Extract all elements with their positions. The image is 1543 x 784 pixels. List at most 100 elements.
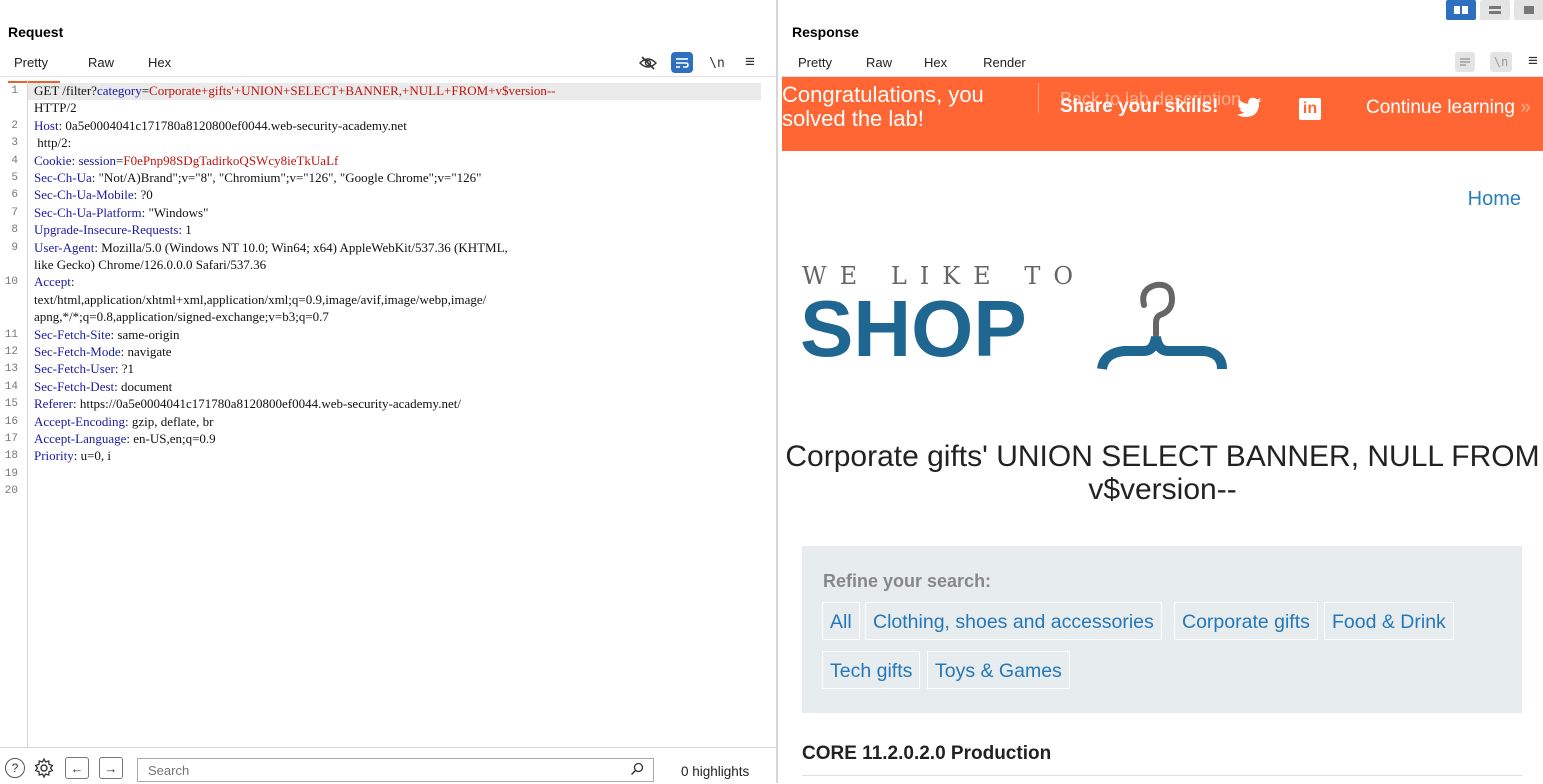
rendered-page: Congratulations, you solved the lab! Bac… bbox=[782, 77, 1543, 783]
newline-icon[interactable]: \n bbox=[706, 53, 728, 73]
request-bottom-bar: ? ← → 0 highlights bbox=[0, 747, 776, 784]
code-line: Accept: bbox=[34, 274, 75, 290]
tab-render[interactable]: Render bbox=[975, 55, 1040, 83]
question-icon[interactable]: ? bbox=[5, 758, 25, 778]
tab-hex[interactable]: Hex bbox=[918, 55, 953, 77]
table-divider bbox=[802, 775, 1522, 776]
code-line: like Gecko) Chrome/126.0.0.0 Safari/537.… bbox=[34, 257, 267, 272]
line-number: 4 bbox=[11, 154, 18, 167]
code-line: apng,*/*;q=0.8,application/signed-exchan… bbox=[34, 309, 329, 325]
filter-tech-gifts[interactable]: Tech gifts bbox=[822, 651, 921, 689]
arrow-left-icon[interactable]: ← bbox=[65, 757, 89, 779]
lab-solved-text: Congratulations, you solved the lab! bbox=[782, 82, 984, 131]
tab-pretty[interactable]: Pretty bbox=[8, 55, 60, 83]
linkedin-icon[interactable]: in bbox=[1299, 98, 1321, 120]
line-number: 7 bbox=[11, 206, 18, 219]
menu-icon[interactable]: ≡ bbox=[740, 52, 760, 72]
single-pane-icon[interactable] bbox=[1514, 0, 1543, 20]
line-number: 2 bbox=[11, 119, 18, 132]
line-number: 14 bbox=[4, 380, 18, 393]
newline-icon[interactable]: \n bbox=[1490, 52, 1512, 72]
code-line: Sec-Ch-Ua-Mobile: ?0 bbox=[34, 187, 153, 203]
line-number: 15 bbox=[4, 398, 18, 411]
line-number: 20 bbox=[4, 485, 18, 498]
shop-logo: WE LIKE TO SHOP bbox=[800, 262, 1242, 382]
line-number: 6 bbox=[11, 189, 18, 202]
split-horizontal-icon[interactable] bbox=[1446, 0, 1476, 20]
code-line: Sec-Ch-Ua-Platform: "Windows" bbox=[34, 204, 209, 220]
code-line: GET /filter?category=Corporate+gifts'+UN… bbox=[34, 83, 556, 98]
filter-clothing[interactable]: Clothing, shoes and accessories bbox=[865, 602, 1162, 640]
code-line: Accept-Encoding: gzip, deflate, br bbox=[34, 413, 214, 429]
refine-search-label: Refine your search: bbox=[823, 571, 992, 591]
search-input[interactable] bbox=[146, 762, 610, 779]
filter-food-drink[interactable]: Food & Drink bbox=[1324, 602, 1454, 640]
hanger-icon bbox=[1097, 281, 1227, 370]
code-line: http/2: bbox=[34, 135, 72, 151]
response-tabs: Pretty Raw Hex Render bbox=[792, 55, 1052, 83]
wrap-lines-icon[interactable] bbox=[1455, 52, 1475, 72]
line-number: 18 bbox=[4, 450, 18, 463]
layout-toggle bbox=[1446, 0, 1543, 20]
line-number: 8 bbox=[11, 224, 18, 237]
filter-corporate-gifts[interactable]: Corporate gifts bbox=[1174, 602, 1318, 640]
line-number: 5 bbox=[11, 172, 18, 184]
logo-shop: SHOP bbox=[800, 284, 1027, 373]
response-pane: Response Pretty Raw Hex Render \n ≡ Cong… bbox=[778, 0, 1543, 783]
split-vertical-icon[interactable] bbox=[1480, 0, 1510, 20]
lab-solved-banner: Congratulations, you solved the lab! Bac… bbox=[782, 77, 1543, 151]
banner-divider bbox=[1038, 83, 1039, 113]
filter-toys-games[interactable]: Toys & Games bbox=[927, 651, 1070, 689]
code-line: Sec-Fetch-Site: same-origin bbox=[34, 326, 180, 342]
code-line: User-Agent: Mozilla/5.0 (Windows NT 10.0… bbox=[34, 239, 508, 255]
continue-arrows: » bbox=[1520, 97, 1531, 118]
code-line: text/html,application/xhtml+xml,applicat… bbox=[34, 291, 487, 307]
eye-slash-icon[interactable] bbox=[638, 53, 658, 73]
request-editor[interactable]: 1 2 3 4 5 6 7 8 9 10 11 12 13 14 15 16 17 18 19 20 GET /fil… bbox=[0, 80, 776, 747]
code-line: Sec-Fetch-Mode: navigate bbox=[34, 344, 172, 359]
line-gutter: 1 2 3 4 5 6 7 8 9 10 11 12 13 14 15 16 17 18 19 20 bbox=[0, 80, 28, 747]
gear-icon[interactable] bbox=[33, 757, 55, 779]
line-number: 12 bbox=[4, 346, 18, 358]
version-row: CORE 11.2.0.2.0 Production bbox=[802, 743, 1052, 764]
search-box[interactable] bbox=[137, 758, 654, 782]
home-link[interactable]: Home bbox=[1468, 188, 1521, 211]
tab-raw[interactable]: Raw bbox=[82, 55, 120, 77]
code-line: Sec-Fetch-Dest: document bbox=[34, 378, 173, 394]
tab-hex[interactable]: Hex bbox=[142, 55, 177, 77]
request-tabs-divider bbox=[0, 76, 776, 77]
continue-learning-label: Continue learning bbox=[1366, 97, 1515, 118]
code-line: Accept-Language: en-US,en;q=0.9 bbox=[34, 431, 216, 446]
menu-icon[interactable]: ≡ bbox=[1525, 51, 1541, 71]
twitter-icon[interactable] bbox=[1237, 97, 1263, 119]
line-number: 11 bbox=[4, 328, 18, 341]
arrow-right-icon[interactable]: → bbox=[99, 757, 123, 779]
highlights-count: 0 highlights bbox=[681, 764, 750, 779]
tab-raw[interactable]: Raw bbox=[860, 55, 898, 77]
code-line: Host: 0a5e0004041c171780a8120800ef0044.w… bbox=[34, 117, 407, 133]
wrap-lines-icon[interactable] bbox=[671, 52, 693, 73]
line-number: 10 bbox=[4, 276, 18, 289]
line-number: 1 bbox=[11, 85, 18, 97]
line-number: 16 bbox=[4, 415, 18, 428]
filter-all[interactable]: All bbox=[822, 602, 860, 640]
refine-search-panel: Refine your search: All Clothing, shoes … bbox=[802, 546, 1522, 713]
response-title: Response bbox=[792, 24, 859, 40]
code-line: Sec-Ch-Ua: "Not/A)Brand";v="8", "Chromiu… bbox=[34, 170, 482, 185]
line-number: 13 bbox=[4, 363, 18, 376]
line-number: 3 bbox=[11, 137, 18, 150]
code-line: Priority: u=0, i bbox=[34, 448, 112, 464]
magnifier-icon[interactable] bbox=[628, 760, 646, 778]
line-number: 17 bbox=[4, 433, 18, 445]
code-line: Cookie: session=F0ePnp98SDgTadirkoQSWcy8… bbox=[34, 152, 339, 168]
request-tabs: Pretty Raw Hex bbox=[8, 55, 195, 83]
line-number: 19 bbox=[4, 467, 18, 480]
code-line: Upgrade-Insecure-Requests: 1 bbox=[34, 222, 192, 238]
code-line: HTTP/2 bbox=[34, 100, 77, 116]
tab-pretty[interactable]: Pretty bbox=[792, 55, 838, 77]
share-skills-text: Share your skills! bbox=[1060, 96, 1219, 117]
code-line: Sec-Fetch-User: ?1 bbox=[34, 361, 134, 377]
request-title: Request bbox=[8, 24, 64, 40]
code-line: Referer: https://0a5e0004041c171780a8120… bbox=[34, 396, 461, 412]
continue-learning-link[interactable]: Continue learning » bbox=[1366, 97, 1531, 119]
